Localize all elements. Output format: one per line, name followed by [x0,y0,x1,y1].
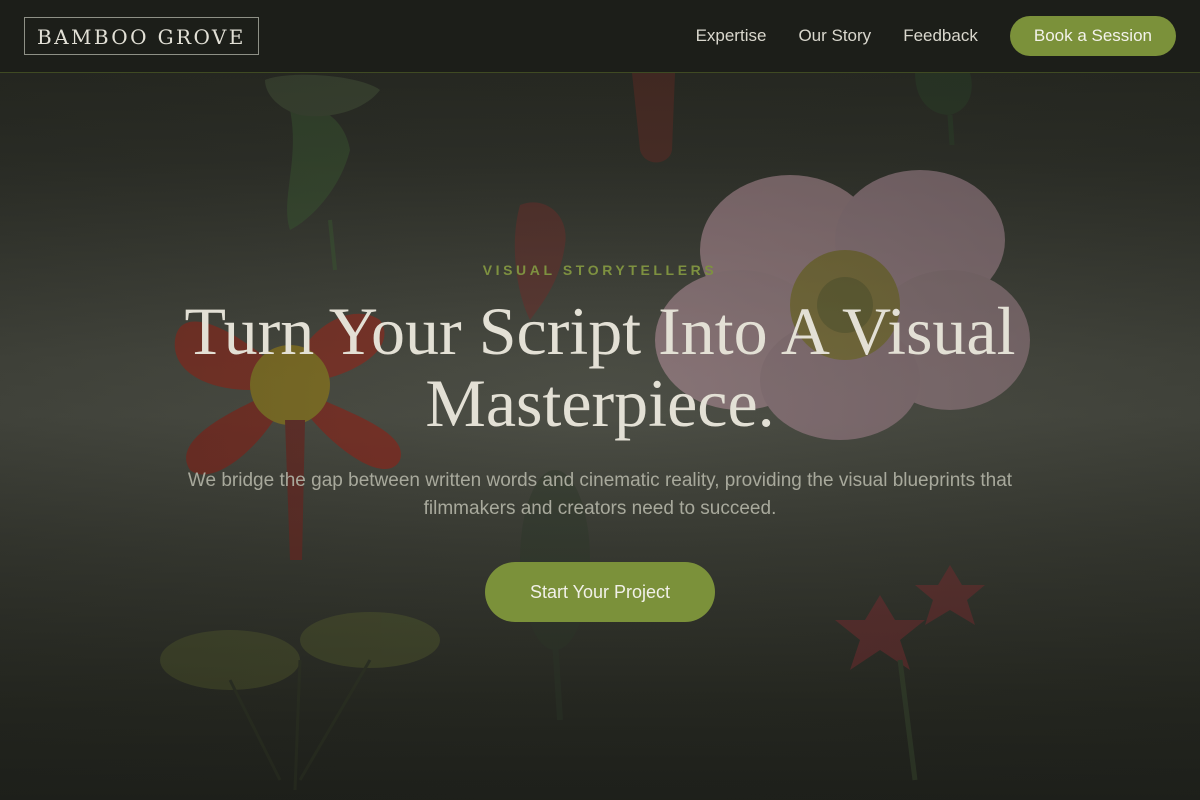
hero-subtitle: We bridge the gap between written words … [187,470,1013,519]
main-nav: Expertise Our Story Feedback Book a Sess… [696,16,1176,56]
book-session-button[interactable]: Book a Session [1009,16,1176,56]
brand-logo[interactable]: BAMBOO GROVE [24,17,259,55]
landing-page: BAMBOO GROVE Expertise Our Story Feedbac… [0,0,1200,800]
start-project-button[interactable]: Start Your Project [485,562,715,622]
nav-link-feedback[interactable]: Feedback [903,26,978,46]
hero-title: Turn Your Script Into A Visual Masterpie… [184,293,1016,441]
hero-eyebrow: VISUAL STORYTELLERS [482,262,718,278]
site-header: BAMBOO GROVE Expertise Our Story Feedbac… [0,0,1200,73]
nav-link-our-story[interactable]: Our Story [798,26,871,46]
hero-section: VISUAL STORYTELLERS Turn Your Script Int… [0,73,1200,800]
nav-link-expertise[interactable]: Expertise [696,26,767,46]
